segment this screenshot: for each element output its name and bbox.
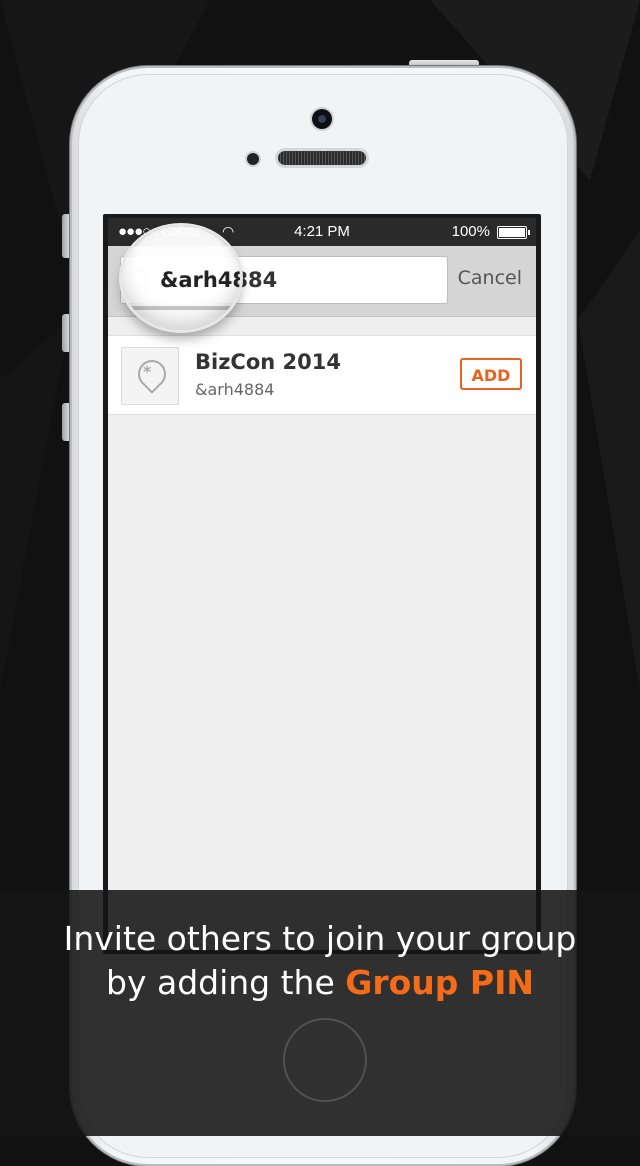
group-pin: &arh4884 [195,380,275,399]
add-button[interactable]: ADD [460,358,522,390]
caption-prefix: by adding the [106,963,346,1002]
cancel-button[interactable]: Cancel [458,267,522,289]
front-camera [312,109,332,129]
speaker-grille [278,151,366,165]
lens-shadow-line [122,306,240,310]
asterisk-icon: * [143,362,152,381]
group-thumbnail: * [121,347,179,405]
location-pin-icon [132,354,172,394]
battery-icon [497,226,530,239]
caption-line-2: by adding the Group PIN [0,961,640,1005]
home-button [283,1018,367,1102]
group-name: BizCon 2014 [195,350,341,374]
search-result-row[interactable]: * BizCon 2014 &arh4884 ADD [108,335,536,415]
magnified-search-value: &arh4884 [160,268,240,292]
caption-highlight: Group PIN [345,963,534,1002]
magnifier-lens: &arh4884 [122,226,240,330]
caption-text: Invite others to join your group by addi… [0,917,640,1005]
battery-percentage: 100% [451,223,490,240]
caption-line-1: Invite others to join your group [63,919,577,958]
proximity-sensor [247,153,259,165]
